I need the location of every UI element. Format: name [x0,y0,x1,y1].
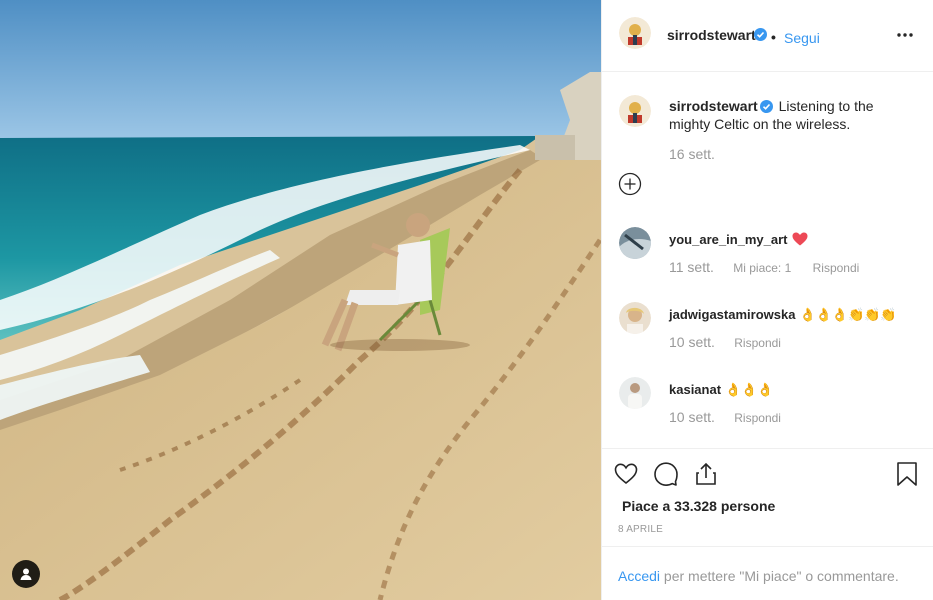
comment-item: you_are_in_my_art 11 sett. Mi piace: 1 R… [619,227,919,283]
share-icon[interactable] [693,461,719,487]
comment-meta: 10 sett. Rispondi [669,409,781,425]
comment-reply-button[interactable]: Rispondi [813,261,860,275]
post-likes-count[interactable]: Piace a 33.328 persone [622,498,775,514]
author-avatar[interactable] [619,17,651,49]
comment-reply-button[interactable]: Rispondi [734,411,781,425]
post-header: sirrodstewart • Segui [602,0,933,72]
comment-item: kasianat 👌👌👌 10 sett. Rispondi [619,377,919,433]
post-actions: Piace a 33.328 persone 8 APRILE [602,448,933,546]
caption-timestamp[interactable]: 16 sett. [669,146,715,162]
comment-username: jadwigastamirowska 👌👌👌👏👏👏 [669,307,897,323]
comment-username-link[interactable]: jadwigastamirowska [669,307,795,322]
post-date[interactable]: 8 APRILE [618,524,663,535]
post-photo[interactable] [0,0,601,600]
login-prompt-bar: Accedi per mettere "Mi piace" o commenta… [602,546,933,600]
red-heart-emoji-icon [792,232,808,246]
beach-photo-image [0,0,601,600]
comment-username: you_are_in_my_art [669,232,808,247]
instagram-post-view: sirrodstewart • Segui sirrodstewart List… [0,0,933,600]
comment-username-link[interactable]: kasianat [669,382,721,397]
commenter-avatar[interactable] [619,227,651,259]
more-options-icon[interactable] [896,26,914,44]
commenter-avatar[interactable] [619,377,651,409]
comment-meta: 10 sett. Rispondi [669,334,781,350]
login-prompt-text: per mettere "Mi piace" o commentare. [660,568,899,584]
verified-badge-icon [759,100,773,113]
caption-author-avatar[interactable] [619,95,651,127]
user-tag-icon [20,568,32,580]
follow-button[interactable]: Segui [784,30,820,46]
login-prompt: Accedi per mettere "Mi piace" o commenta… [618,568,899,584]
comment-emoji: 👌👌👌 [725,382,774,397]
comment-emoji: 👌👌👌👏👏👏 [799,307,897,322]
heart-icon[interactable] [613,461,639,487]
post-side-panel: sirrodstewart • Segui sirrodstewart List… [601,0,933,600]
comment-meta: 11 sett. Mi piace: 1 Rispondi [669,259,859,275]
header-separator: • [771,29,776,45]
comment-username-link[interactable]: you_are_in_my_art [669,232,788,247]
comment-timestamp[interactable]: 10 sett. [669,334,715,350]
login-link[interactable]: Accedi [618,568,660,584]
comment-username: kasianat 👌👌👌 [669,382,774,398]
comment-icon[interactable] [653,461,679,487]
comment-likes[interactable]: Mi piace: 1 [733,261,791,275]
author-username[interactable]: sirrodstewart [667,27,756,43]
comment-reply-button[interactable]: Rispondi [734,336,781,350]
bookmark-icon[interactable] [896,461,918,487]
user-tag-button[interactable] [12,560,40,588]
load-more-comments-icon[interactable] [618,172,642,196]
comment-timestamp[interactable]: 10 sett. [669,409,715,425]
comment-timestamp[interactable]: 11 sett. [669,259,714,275]
comment-item: jadwigastamirowska 👌👌👌👏👏👏 10 sett. Rispon… [619,302,919,358]
caption-text-block: sirrodstewart Listening to the mighty Ce… [669,97,899,133]
verified-badge-icon [754,28,767,41]
commenter-avatar[interactable] [619,302,651,334]
caption-username[interactable]: sirrodstewart [669,98,758,114]
